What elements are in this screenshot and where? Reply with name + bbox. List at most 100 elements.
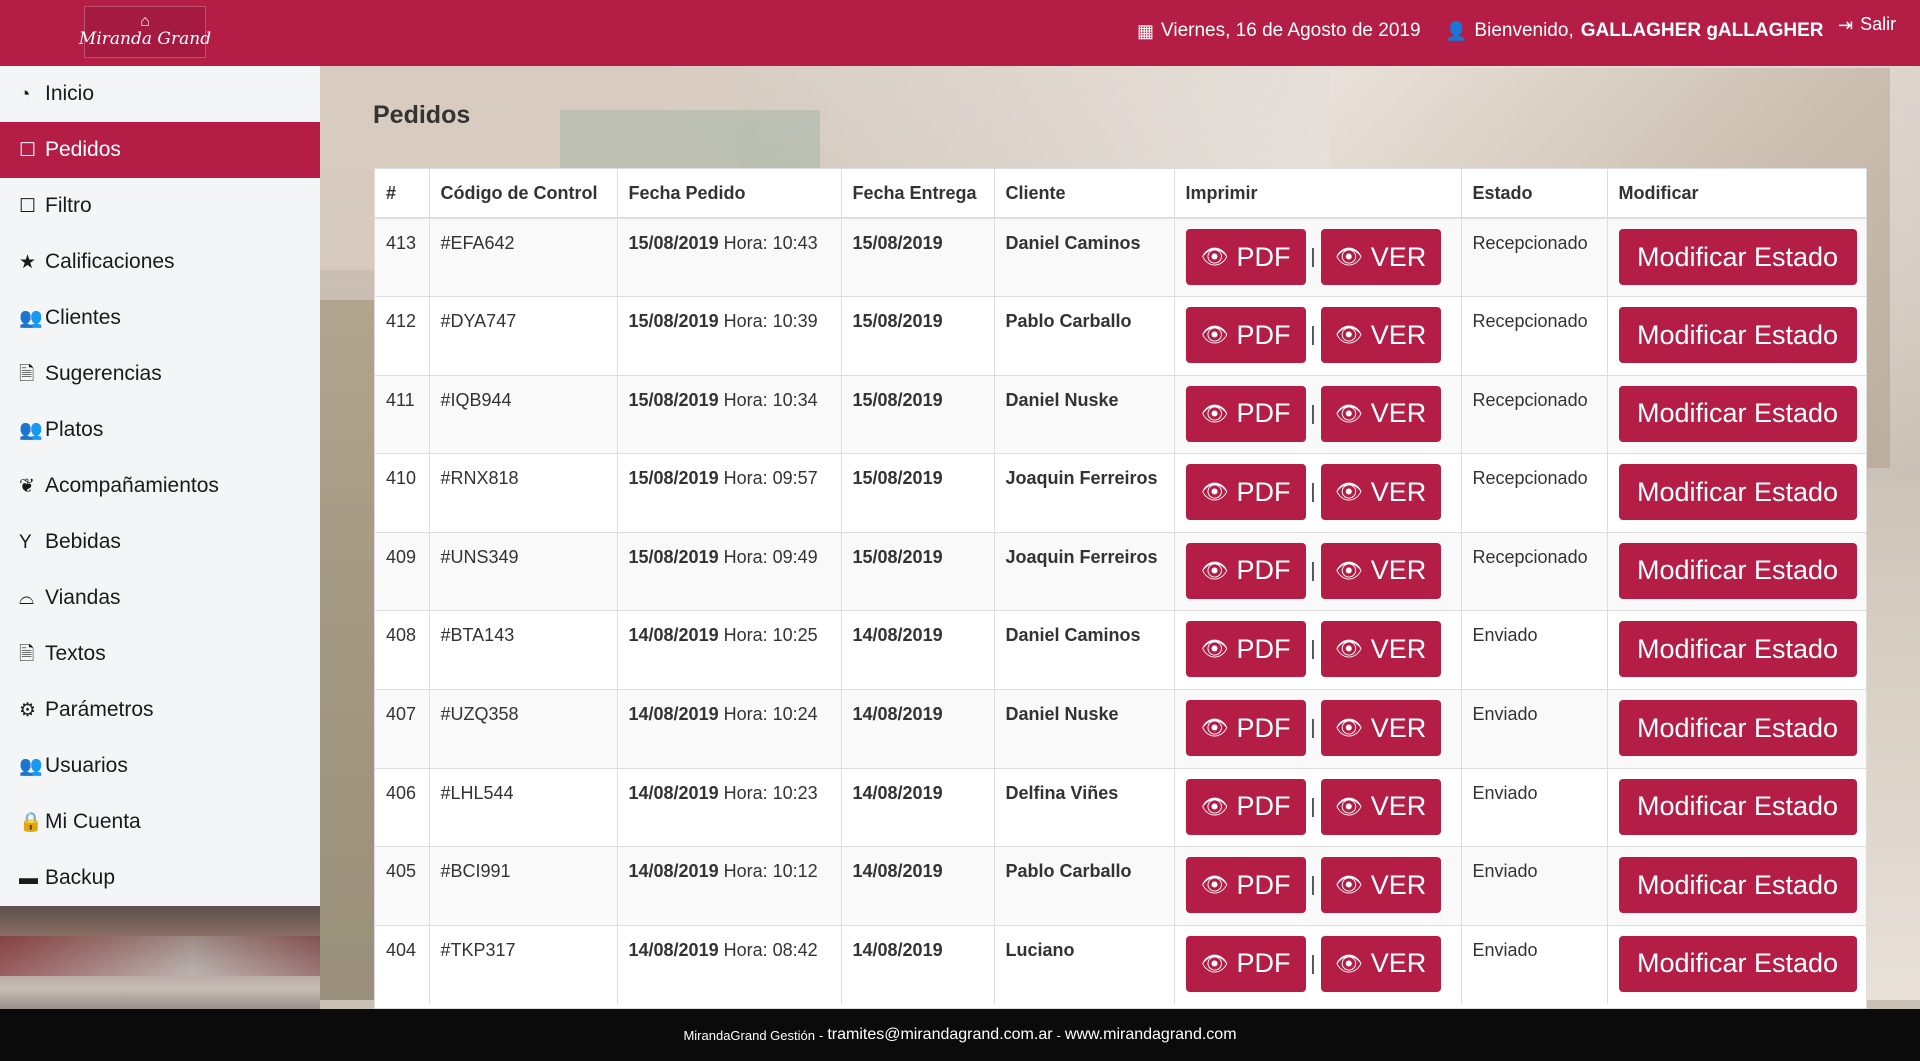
button-separator: |: [1310, 874, 1316, 897]
order-status: Recepcionado: [1461, 217, 1608, 297]
modify-status-button[interactable]: Modificar Estado: [1618, 857, 1857, 914]
modify-status-button[interactable]: Modificar Estado: [1618, 935, 1857, 992]
view-button[interactable]: 👁 VER: [1320, 542, 1441, 599]
delivery-date: 15/08/2019: [841, 374, 995, 454]
order-status: Enviado: [1461, 610, 1608, 690]
sidebar-item-mi-cuenta[interactable]: 🔒 Mi Cuenta: [0, 794, 320, 850]
eye-icon: 👁: [1334, 715, 1363, 741]
pdf-button[interactable]: 👁 PDF: [1185, 542, 1306, 599]
sidebar-item-label: Sugerencias: [45, 362, 162, 385]
sidebar-item-calificaciones[interactable]: ★ Calificaciones: [0, 234, 320, 290]
client-name: Daniel Caminos: [994, 610, 1175, 690]
pdf-button[interactable]: 👁 PDF: [1185, 857, 1306, 914]
sidebar-item-inicio[interactable]: ◔ Inicio: [0, 66, 320, 122]
pdf-button[interactable]: 👁 PDF: [1185, 700, 1306, 757]
sidebar-item-clientes[interactable]: 👥 Clientes: [0, 290, 320, 346]
modify-cell: Modificar Estado: [1607, 689, 1866, 769]
pdf-button[interactable]: 👁 PDF: [1185, 385, 1306, 442]
pdf-button[interactable]: 👁 PDF: [1185, 778, 1306, 835]
sidebar-item-label: Filtro: [45, 194, 92, 217]
column-header[interactable]: Código de Control: [429, 169, 618, 219]
modify-status-button[interactable]: Modificar Estado: [1618, 778, 1857, 835]
modify-status-button[interactable]: Modificar Estado: [1618, 542, 1857, 599]
client-name-value: Daniel Caminos: [1005, 233, 1141, 253]
print-actions: 👁 PDF | 👁 VER: [1174, 296, 1462, 376]
sidebar-item-acompañamientos[interactable]: ❦ Acompañamientos: [0, 458, 320, 514]
column-header[interactable]: #: [375, 169, 430, 219]
order-date-value: 14/08/2019: [628, 939, 719, 960]
view-button[interactable]: 👁 VER: [1320, 857, 1441, 914]
sidebar-item-platos[interactable]: 👥 Platos: [0, 402, 320, 458]
hora-label: Hora:: [723, 389, 768, 410]
brand-logo[interactable]: ⌂ Miranda Grand: [79, 6, 211, 58]
sidebar-item-label: Calificaciones: [45, 250, 175, 273]
modify-status-button[interactable]: Modificar Estado: [1618, 385, 1857, 442]
user-welcome: 👤 Bienvenido, GALLAGHER gALLAGHER: [1445, 20, 1823, 42]
hora-label: Hora:: [723, 939, 768, 960]
pdf-button[interactable]: 👁 PDF: [1185, 307, 1306, 364]
hora-label: Hora:: [723, 233, 768, 253]
table-row: 410 #RNX818 15/08/2019 Hora: 09:57 15/08/20…: [375, 453, 1866, 533]
order-date: 15/08/2019 Hora: 10:43: [617, 217, 842, 297]
ver-label: VER: [1370, 241, 1427, 272]
pdf-button[interactable]: 👁 PDF: [1185, 464, 1306, 521]
footer-email-link[interactable]: tramites@mirandagrand.com.ar: [827, 1026, 1052, 1044]
pdf-button[interactable]: 👁 PDF: [1185, 935, 1306, 992]
sidebar-item-viandas[interactable]: ⌓ Viandas: [0, 570, 320, 626]
column-header[interactable]: Modificar: [1607, 169, 1866, 219]
sidebar-item-backup[interactable]: ▬ Backup: [0, 850, 320, 906]
hora-label: Hora:: [723, 704, 768, 725]
order-status: Enviado: [1461, 767, 1608, 847]
sidebar-photo: [0, 906, 320, 1009]
eye-icon: 👁: [1200, 950, 1229, 976]
footer-website-link[interactable]: www.mirandagrand.com: [1065, 1026, 1237, 1044]
modify-status-button[interactable]: Modificar Estado: [1618, 464, 1857, 521]
delivery-date-value: 15/08/2019: [852, 389, 943, 410]
modify-status-button[interactable]: Modificar Estado: [1618, 229, 1857, 285]
order-date-value: 14/08/2019: [628, 704, 719, 725]
eye-icon: 👁: [1200, 322, 1229, 348]
order-number: 412: [375, 296, 430, 376]
ver-label: VER: [1370, 791, 1427, 822]
sidebar-item-filtro[interactable]: ☐ Filtro: [0, 178, 320, 234]
view-button[interactable]: 👁 VER: [1320, 229, 1441, 285]
order-time: 10:24: [772, 704, 818, 725]
column-header[interactable]: Cliente: [994, 169, 1175, 219]
sidebar-item-pedidos[interactable]: ☐ Pedidos: [0, 122, 320, 178]
sidebar-item-usuarios[interactable]: 👥 Usuarios: [0, 738, 320, 794]
sidebar-item-bebidas[interactable]: Y Bebidas: [0, 514, 320, 570]
column-header[interactable]: Fecha Pedido: [617, 169, 842, 219]
view-button[interactable]: 👁 VER: [1320, 778, 1441, 835]
modify-status-button[interactable]: Modificar Estado: [1618, 621, 1857, 678]
sidebar-item-textos[interactable]: 🗎 Textos: [0, 626, 320, 682]
background-photo: [320, 300, 380, 1000]
column-header[interactable]: Estado: [1461, 169, 1608, 219]
view-button[interactable]: 👁 VER: [1320, 935, 1441, 992]
view-button[interactable]: 👁 VER: [1320, 307, 1441, 364]
modify-status-button[interactable]: Modificar Estado: [1618, 307, 1857, 364]
sidebar-item-parámetros[interactable]: ⚙ Parámetros: [0, 682, 320, 738]
client-name-value: Luciano: [1005, 939, 1075, 960]
view-button[interactable]: 👁 VER: [1320, 621, 1441, 678]
order-date: 14/08/2019 Hora: 10:24: [617, 689, 842, 769]
sidebar-item-label: Textos: [45, 642, 106, 665]
view-button[interactable]: 👁 VER: [1320, 700, 1441, 757]
logout-link[interactable]: ⇥ Salir: [1838, 14, 1896, 35]
pdf-button[interactable]: 👁 PDF: [1185, 621, 1306, 678]
footer-separator: -: [1056, 1027, 1061, 1043]
delivery-date-value: 14/08/2019: [852, 861, 943, 882]
print-actions: 👁 PDF | 👁 VER: [1174, 453, 1462, 533]
sidebar-item-sugerencias[interactable]: 🗎 Sugerencias: [0, 346, 320, 402]
ver-label: VER: [1370, 633, 1427, 664]
modify-status-button[interactable]: Modificar Estado: [1618, 700, 1857, 757]
pdf-button[interactable]: 👁 PDF: [1185, 229, 1306, 285]
pdf-label: PDF: [1236, 712, 1291, 743]
view-button[interactable]: 👁 VER: [1320, 464, 1441, 521]
footer-separator: -: [818, 1027, 824, 1043]
column-header[interactable]: Imprimir: [1174, 169, 1462, 219]
delivery-date-value: 14/08/2019: [852, 939, 943, 960]
button-separator: |: [1310, 952, 1316, 975]
column-header[interactable]: Fecha Entrega: [841, 169, 995, 219]
view-button[interactable]: 👁 VER: [1320, 385, 1441, 442]
hora-label: Hora:: [723, 861, 768, 882]
